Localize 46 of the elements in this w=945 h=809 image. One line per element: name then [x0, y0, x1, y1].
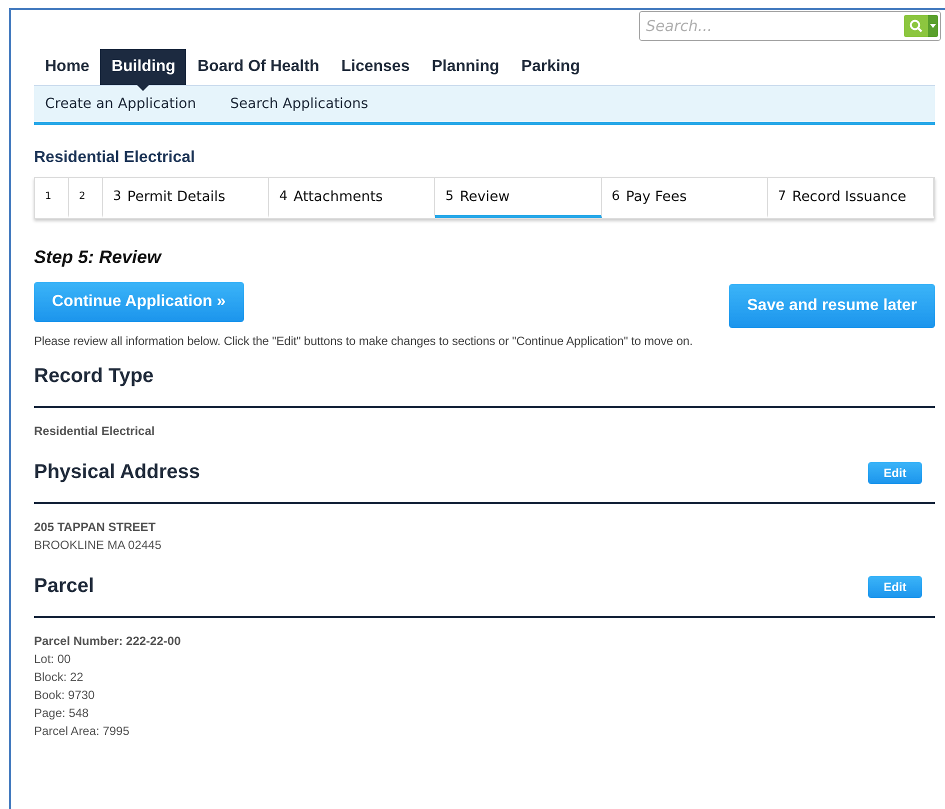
- step-number: 4: [279, 189, 288, 204]
- step-tab[interactable]: 1: [35, 178, 69, 218]
- section-title: Parcel: [34, 575, 94, 598]
- search-icon: [909, 19, 923, 33]
- step-number: 7: [778, 189, 786, 204]
- section-text: Book: 9730: [34, 687, 96, 704]
- nav-tab[interactable]: Board Of Health: [186, 49, 330, 85]
- nav-tab[interactable]: Home: [34, 49, 100, 85]
- section-text: Residential Electrical: [34, 423, 156, 440]
- step-label: Record Issuance: [792, 188, 906, 204]
- subnav-link[interactable]: Search Applications: [230, 96, 368, 112]
- step-number: 2: [79, 191, 86, 202]
- section-text: Page: 548: [34, 705, 90, 722]
- step-label: Review: [460, 188, 510, 204]
- caret-icon: [930, 24, 936, 28]
- step-label: Permit Details: [127, 188, 226, 204]
- section-text: Parcel Area: 7995: [34, 723, 130, 740]
- step-tab[interactable]: 5 Review: [435, 178, 602, 218]
- step-label: Pay Fees: [626, 188, 687, 204]
- section-title: Record Type: [34, 365, 154, 388]
- section-title: Physical Address: [34, 461, 200, 484]
- step-tab[interactable]: 6 Pay Fees: [602, 178, 768, 218]
- nav-tab[interactable]: Planning: [420, 49, 510, 85]
- nav-tab[interactable]: Parking: [510, 49, 591, 85]
- subnav-link[interactable]: Create an Application: [45, 96, 196, 112]
- step-number: 1: [45, 191, 52, 202]
- step-tab[interactable]: 2: [69, 178, 103, 218]
- section-text: Block: 22: [34, 669, 84, 686]
- step-number: 5: [445, 189, 454, 204]
- search-field[interactable]: Search...: [639, 11, 941, 41]
- step-number: 3: [113, 189, 122, 204]
- step-tab[interactable]: 7 Record Issuance: [768, 178, 934, 218]
- step-tab[interactable]: 3 Permit Details: [103, 178, 270, 218]
- dropdown-button[interactable]: [928, 15, 938, 37]
- record-title: Residential Electrical: [34, 149, 196, 167]
- section-text: BROOKLINE MA 02445: [34, 537, 162, 554]
- nav-tab[interactable]: Licenses: [330, 49, 421, 85]
- step-label: Attachments: [293, 188, 383, 204]
- section-text: Lot: 00: [34, 651, 72, 668]
- step-heading: Step 5: Review: [34, 247, 163, 268]
- step-tab[interactable]: 4 Attachments: [269, 178, 436, 218]
- search-button[interactable]: [904, 15, 928, 37]
- section-text: Parcel Number: 222-22-00: [34, 633, 182, 650]
- section-text: 205 TAPPAN STREET: [34, 519, 157, 536]
- step-number: 6: [612, 189, 620, 204]
- instructions: Please review all information below. Click the "Edit" buttons to make changes to sections or "Continue Application" to move on.: [34, 334, 694, 348]
